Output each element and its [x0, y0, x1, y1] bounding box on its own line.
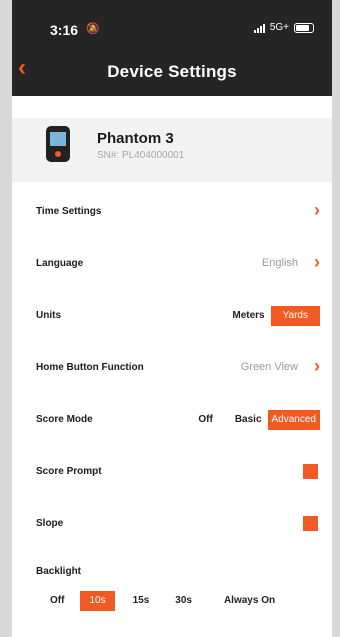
units-option-yards[interactable]: Yards: [270, 306, 320, 326]
backlight-option-always-on[interactable]: Always On: [218, 591, 281, 611]
silent-bell-icon: 🔕: [86, 23, 100, 35]
signal-icon: [253, 23, 265, 33]
units-segmented-control: Meters Yards: [226, 306, 320, 326]
device-name: Phantom 3: [97, 130, 174, 147]
backlight-option-15s[interactable]: 15s: [127, 591, 156, 611]
chevron-right-icon[interactable]: ›: [314, 356, 320, 377]
backlight-segmented-control: Off 10s 15s 30s Always On: [44, 591, 281, 611]
phone-screen: 3:16 🔕 5G+ ‹ Device Settings Phantom 3 S…: [12, 0, 332, 637]
score-mode-option-basic[interactable]: Basic: [229, 410, 268, 430]
language-value: English: [261, 257, 298, 269]
slope-row: Slope: [12, 498, 332, 550]
battery-icon: [294, 22, 314, 33]
backlight-option-10s[interactable]: 10s: [80, 591, 115, 611]
units-label: Units: [36, 310, 61, 321]
score-mode-option-advanced[interactable]: Advanced: [267, 410, 320, 430]
status-bar: 3:16 🔕 5G+: [12, 0, 332, 46]
network-label: 5G+: [269, 22, 289, 33]
backlight-option-30s[interactable]: 30s: [169, 591, 198, 611]
backlight-label: Backlight: [36, 566, 82, 577]
score-prompt-row: Score Prompt: [12, 446, 332, 498]
device-card: Phantom 3 SN#: PL404000001: [12, 118, 332, 182]
chevron-right-icon[interactable]: ›: [314, 200, 320, 221]
nav-bar: ‹ Device Settings: [12, 46, 332, 96]
score-mode-row: Score Mode Off Basic Advanced: [12, 394, 332, 446]
score-mode-option-off[interactable]: Off: [192, 410, 218, 430]
score-mode-segmented-control: Off Basic Advanced: [192, 410, 320, 430]
score-prompt-label: Score Prompt: [36, 466, 102, 477]
status-time: 3:16: [50, 22, 79, 38]
home-button-row[interactable]: Home Button Function Green View ›: [12, 342, 332, 394]
language-label: Language: [36, 258, 84, 269]
status-icons: 5G+: [253, 22, 314, 33]
language-row[interactable]: Language English ›: [12, 238, 332, 290]
units-row: Units Meters Yards: [12, 290, 332, 342]
time-settings-row[interactable]: Time Settings ›: [12, 186, 332, 238]
device-serial: SN#: PL404000001: [97, 150, 185, 161]
slope-label: Slope: [36, 518, 64, 529]
home-button-value: Green View: [240, 361, 298, 373]
backlight-row: Backlight Off 10s 15s 30s Always On: [12, 552, 332, 622]
score-prompt-toggle[interactable]: [303, 464, 318, 479]
score-mode-label: Score Mode: [36, 414, 93, 425]
device-icon: [46, 126, 70, 162]
chevron-right-icon[interactable]: ›: [314, 252, 320, 273]
units-option-meters[interactable]: Meters: [226, 306, 270, 326]
slope-toggle[interactable]: [303, 516, 318, 531]
page-title: Device Settings: [107, 62, 237, 81]
time-settings-label: Time Settings: [36, 206, 102, 217]
home-button-label: Home Button Function: [36, 362, 144, 373]
backlight-option-off[interactable]: Off: [44, 591, 70, 611]
